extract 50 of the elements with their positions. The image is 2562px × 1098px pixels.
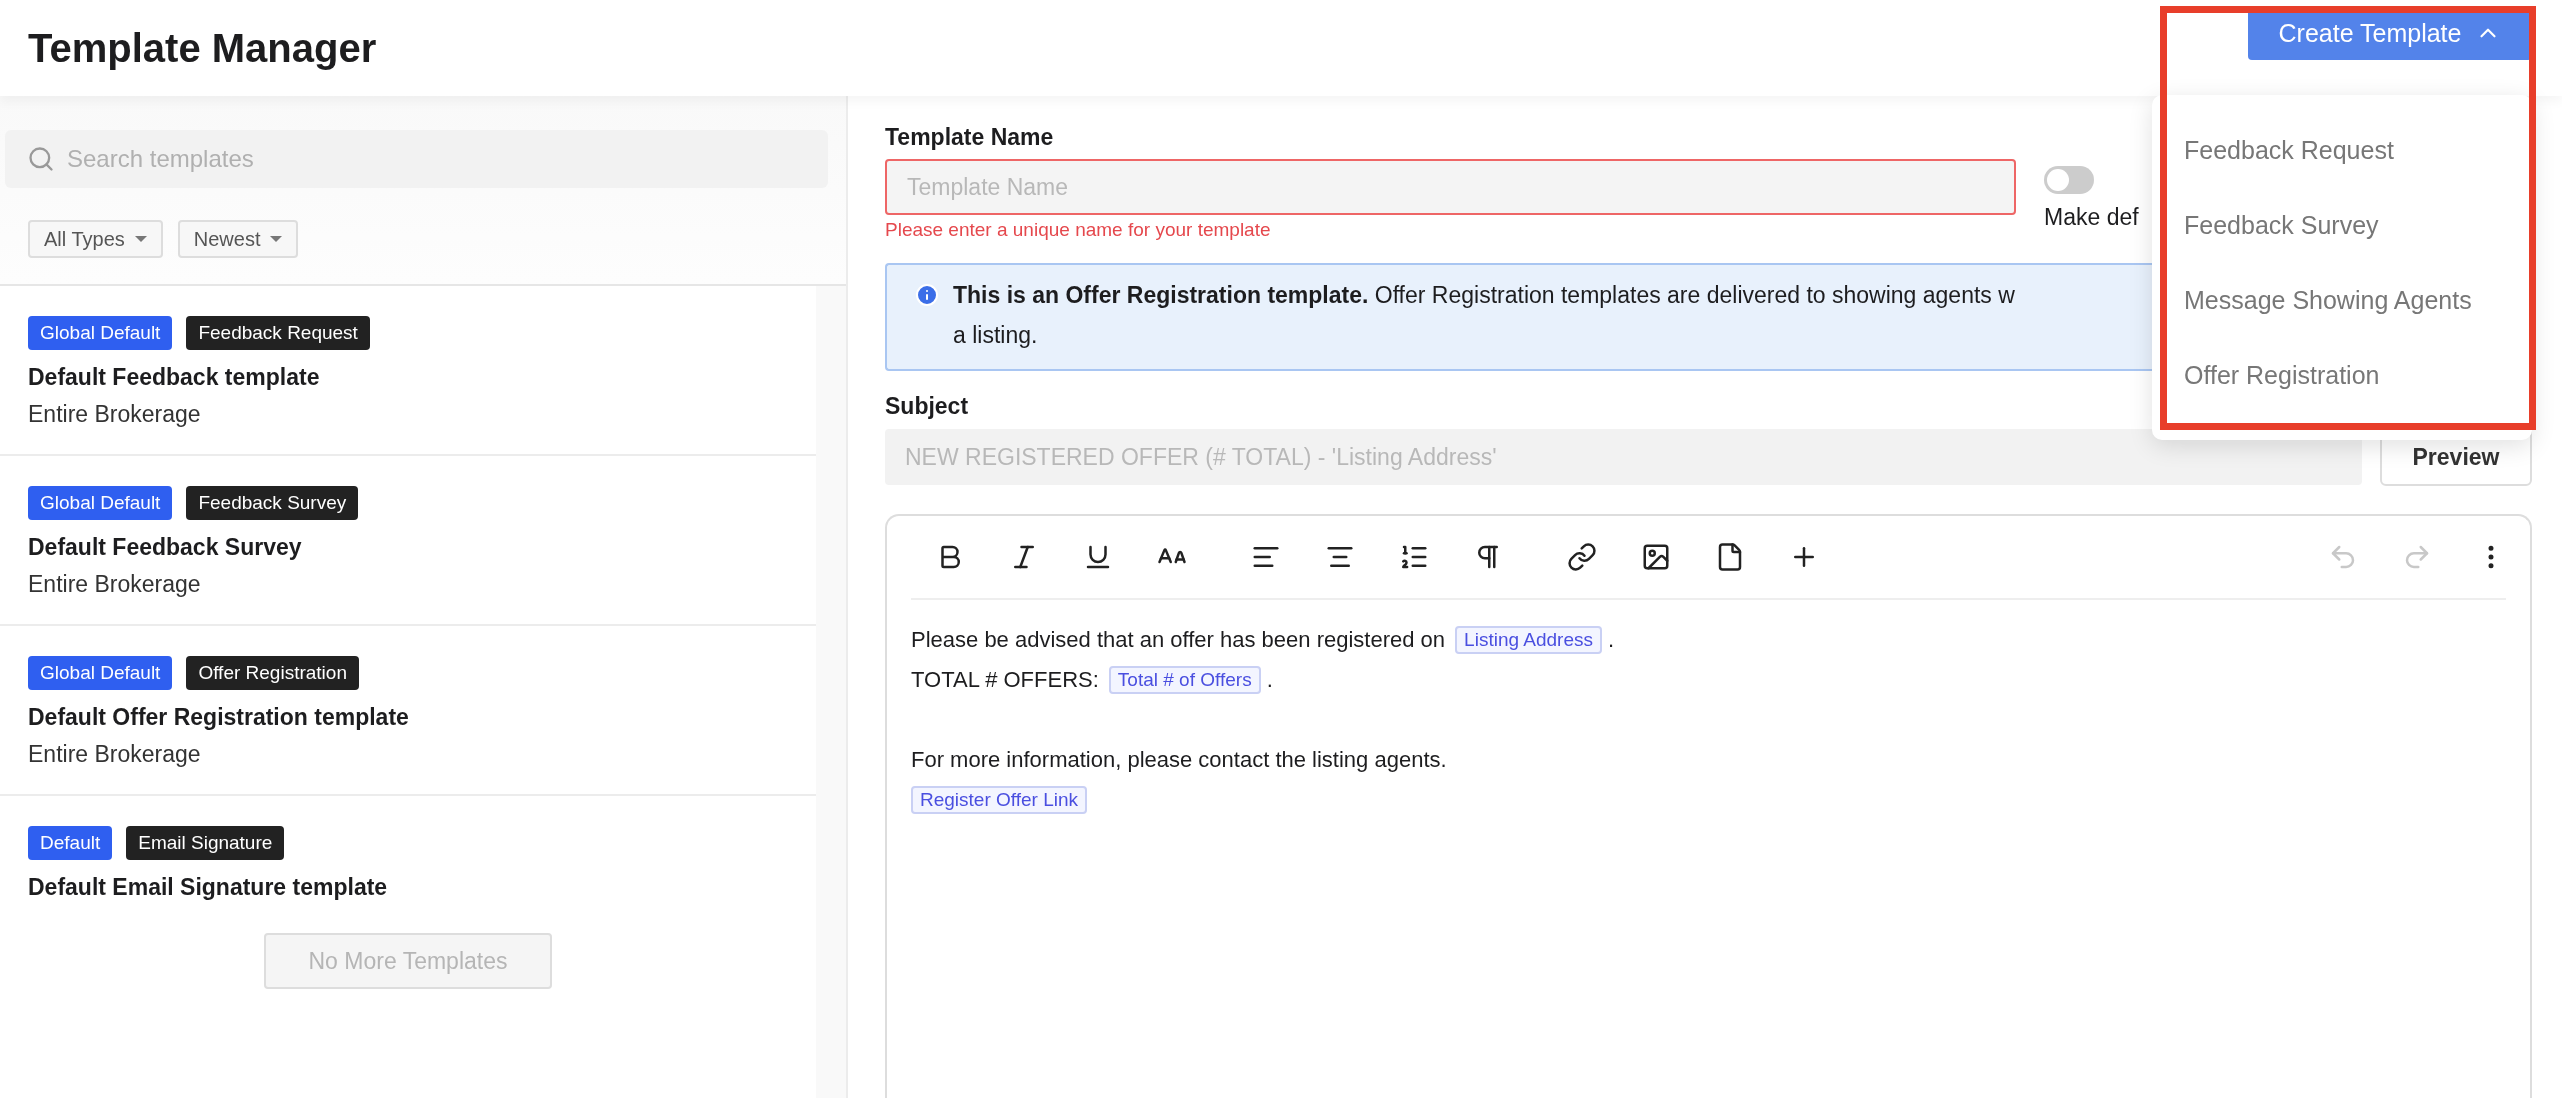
- template-item[interactable]: Global Default Feedback Request Default Feedback template Entire Brokerage: [0, 286, 816, 456]
- type-tag: Offer Registration: [186, 656, 359, 690]
- body-text: For more information, please contact the listing agents.: [911, 747, 1447, 773]
- default-toggle[interactable]: [2044, 166, 2094, 194]
- menu-item[interactable]: Offer Registration: [2184, 360, 2532, 390]
- template-name: Default Feedback template: [28, 364, 321, 391]
- type-tag: Feedback Survey: [186, 486, 359, 520]
- filter-dropdown[interactable]: Newest: [177, 220, 299, 258]
- menu-item[interactable]: Message Showing Agents: [2184, 285, 2532, 315]
- body-text: Please be advised that an offer has been registered on: [911, 627, 1446, 653]
- scope-tag: Global Default: [28, 486, 173, 520]
- filter-dropdown[interactable]: All Types: [28, 220, 163, 258]
- field-label: Template Name: [885, 124, 1055, 151]
- body-text: .: [1607, 627, 1615, 653]
- template-item[interactable]: Global Default Feedback Survey Default Feedback Survey Entire Brokerage: [0, 456, 816, 626]
- template-item[interactable]: Default Email Signature Default Email Signature template: [0, 796, 816, 927]
- merge-tag[interactable]: Register Offer Link: [911, 786, 1088, 814]
- page-title: Template Manager: [28, 25, 377, 71]
- template-audience: Entire Brokerage: [28, 741, 202, 768]
- link-icon[interactable]: [1567, 542, 1597, 572]
- info-icon: [915, 283, 939, 307]
- body-text: TOTAL # OFFERS:: [911, 667, 1099, 693]
- toggle-label: Make def: [2044, 204, 2139, 231]
- template-name: Default Email Signature template: [28, 874, 389, 901]
- body-text: .: [1266, 667, 1273, 693]
- template-audience: Entire Brokerage: [28, 571, 202, 598]
- menu-item[interactable]: Feedback Survey: [2184, 210, 2532, 240]
- banner-text: a listing.: [953, 321, 1039, 350]
- type-tag: Feedback Request: [186, 316, 370, 350]
- template-audience: Entire Brokerage: [28, 401, 202, 428]
- search-icon: [27, 145, 55, 173]
- search-field[interactable]: Search templates: [5, 130, 828, 188]
- template-name: Default Offer Registration template: [28, 704, 410, 731]
- image-icon[interactable]: [1641, 542, 1671, 572]
- scope-tag: Global Default: [28, 656, 173, 690]
- scope-tag: Global Default: [28, 316, 173, 350]
- merge-tag[interactable]: Listing Address: [1455, 626, 1602, 654]
- type-tag: Email Signature: [126, 826, 285, 860]
- merge-tag[interactable]: Total # of Offers: [1108, 666, 1261, 694]
- caret-icon: [134, 236, 147, 242]
- text-editor[interactable]: Please be advised that an offer has been registered on Listing Address . TOTAL # OFFERS: Total # of Offers . For more information, please contact the listing agents. Register Offer Link: [885, 514, 2532, 1098]
- menu-item[interactable]: Feedback Request: [2184, 135, 2532, 165]
- template-name-field[interactable]: Template Name: [885, 159, 2016, 215]
- scope-tag: Default: [28, 826, 113, 860]
- field-label: Subject: [885, 393, 970, 420]
- banner-text: This is an Offer Registration template. Offer Registration templates are delivered to showing agents w: [953, 281, 2015, 310]
- template-name: Default Feedback Survey: [28, 534, 303, 561]
- error-message: Please enter a unique name for your template: [885, 219, 1272, 241]
- template-item[interactable]: Global Default Offer Registration Default Offer Registration template Entire Brokerage: [0, 626, 816, 796]
- caret-icon: [270, 236, 283, 242]
